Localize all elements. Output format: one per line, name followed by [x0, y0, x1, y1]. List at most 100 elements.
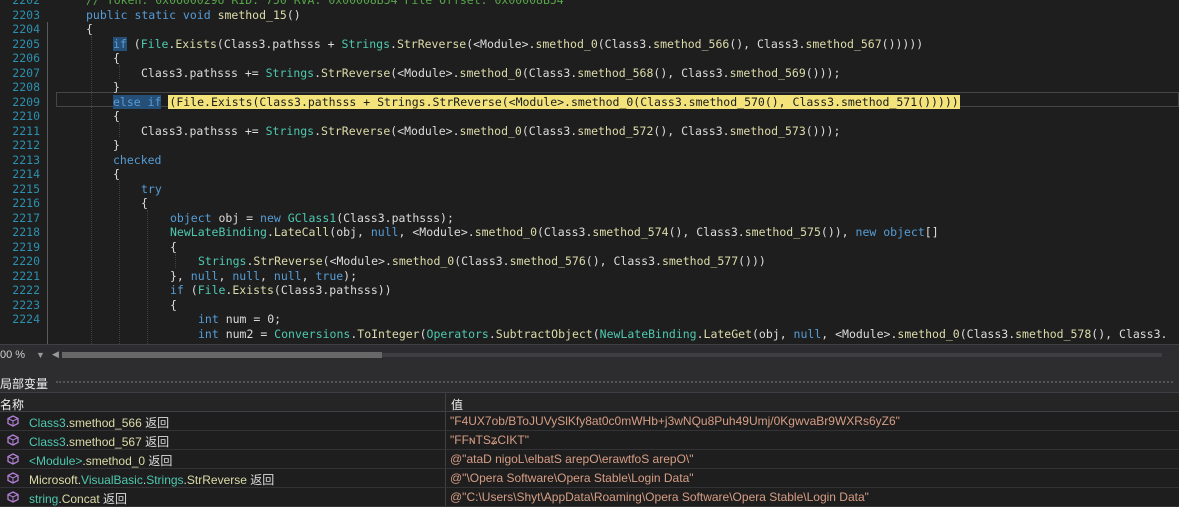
code-token: {	[170, 297, 177, 312]
variable-name: string.Concat 返回	[29, 490, 127, 507]
scrollbar-thumb[interactable]	[62, 352, 382, 358]
code-line: {	[113, 167, 120, 182]
code-token: ToInteger	[357, 326, 420, 341]
code-token: Class3.pathsss +=	[141, 123, 266, 138]
code-token: ()))))	[881, 36, 924, 51]
code-token: (), Class3.	[668, 225, 745, 239]
code-token: smethod_0	[459, 123, 522, 138]
line-number: 2209	[12, 94, 40, 109]
code-token: null	[370, 225, 399, 239]
locals-row[interactable]: Class3.smethod_566 返回 "F4UX7ob/BToJUVySlK…	[0, 412, 1179, 431]
code-token: true	[315, 268, 344, 283]
code-token: smethod_575	[744, 225, 821, 239]
code-token: (obj,	[329, 225, 371, 239]
code-editor[interactable]: 2202 2203 2204 2205 2206 2207 2208 2209 2210 2211…	[0, 0, 1179, 344]
code-line: }	[113, 80, 120, 95]
code-token: {	[113, 51, 120, 65]
code-token: smethod_15	[217, 7, 287, 22]
line-number: 2213	[12, 152, 40, 167]
code-token: Strings	[265, 123, 315, 138]
code-token: .	[314, 123, 322, 138]
code-token: .	[696, 326, 704, 341]
code-line: int num2 = Conversions.ToInteger(Operato…	[198, 327, 1167, 342]
zoom-level[interactable]: 00 %	[0, 349, 25, 361]
scroll-left-icon[interactable]: ◀	[52, 349, 59, 360]
locals-row[interactable]: Class3.smethod_567 返回 "FFɴTSʑCIKT"	[0, 431, 1179, 450]
code-token: int	[198, 312, 219, 326]
code-line: {	[113, 109, 120, 124]
column-header-name[interactable]: 名称	[0, 396, 24, 413]
column-divider	[445, 488, 446, 506]
line-number: 2216	[12, 196, 40, 210]
line-number: 2208	[12, 80, 40, 94]
horizontal-scrollbar[interactable]: ◀	[52, 349, 1172, 360]
code-token: null	[273, 268, 302, 283]
locals-row[interactable]: Microsoft.VisualBasic.Strings.StrReverse…	[0, 469, 1179, 488]
code-line: }, null, null, null, true);	[170, 269, 357, 284]
code-token: ,	[260, 268, 274, 283]
line-number: 2218	[12, 225, 40, 239]
code-token: ()))	[738, 254, 766, 268]
code-token: , <Module>.	[398, 225, 475, 239]
return-value-icon	[7, 491, 19, 503]
column-header-value[interactable]: 值	[451, 396, 463, 413]
name-token: smethod_0	[85, 454, 146, 468]
line-number: 2214	[12, 167, 40, 181]
code-token: smethod_0	[459, 65, 522, 80]
code-token: {	[141, 196, 148, 210]
code-token: },	[170, 268, 191, 283]
code-token: NewLateBinding	[599, 326, 697, 341]
locals-row[interactable]: string.Concat 返回 @"C:\Users\Shyt\AppData\…	[0, 488, 1179, 507]
variable-value[interactable]: "FFɴTSʑCIKT"	[450, 433, 529, 447]
variable-value[interactable]: "F4UX7ob/BToJUVySlKfy8at0c0mWHb+j3wNQu8P…	[450, 414, 900, 428]
name-token: smethod_567	[69, 435, 142, 449]
code-token: StrReverse	[253, 254, 323, 268]
code-token: Strings	[265, 65, 315, 80]
name-token: Strings	[146, 473, 184, 487]
outline-bar	[47, 22, 48, 344]
code-token: (<Module>.	[322, 254, 392, 268]
code-token: File	[140, 36, 169, 51]
code-token: }	[113, 80, 120, 94]
code-line: Strings.StrReverse(<Module>.smethod_0(Cl…	[198, 254, 766, 269]
code-line: Class3.pathsss += Strings.StrReverse(<Mo…	[141, 66, 840, 81]
code-token: Operators	[426, 326, 489, 341]
line-number: 2211	[12, 123, 40, 138]
indent-guide	[119, 123, 120, 137]
name-token: VisualBasic	[81, 473, 143, 487]
code-token: num2 =	[218, 326, 275, 341]
line-number: 2212	[12, 138, 40, 152]
code-token: NewLateBinding	[170, 225, 267, 239]
column-divider[interactable]	[445, 393, 446, 413]
line-number: 2202	[12, 0, 40, 7]
code-token: smethod_0	[535, 36, 598, 51]
code-token: StrReverse	[321, 123, 391, 138]
code-token: {	[86, 22, 93, 36]
indent-guide	[119, 181, 120, 344]
code-token: Exists	[175, 36, 217, 51]
locals-row[interactable]: <Module>.smethod_0 返回 @"ataD nigoL\elbatS…	[0, 450, 1179, 469]
title-grip[interactable]	[56, 381, 1173, 383]
line-number: 2207	[12, 65, 40, 80]
locals-title-text: 局部变量	[0, 377, 49, 391]
editor-status-bar: 00 % ▼ ◀	[0, 344, 1179, 366]
variable-value[interactable]: @"C:\Users\Shyt\AppData\Roaming\Opera So…	[450, 490, 869, 504]
zoom-dropdown-icon[interactable]: ▼	[36, 350, 45, 360]
code-token: smethod_567	[805, 36, 882, 51]
code-token: []	[924, 225, 939, 239]
code-token: ()));	[805, 65, 841, 80]
indent-guide	[91, 36, 92, 344]
code-token: .	[266, 225, 274, 239]
outline-gutter	[43, 0, 53, 344]
variable-value[interactable]: @"\Opera Software\Opera Stable\Login Dat…	[450, 471, 694, 485]
code-line: {	[141, 196, 148, 211]
line-number: 2217	[12, 210, 40, 225]
code-token: (<Module>.	[466, 36, 536, 51]
code-token: .	[314, 65, 322, 80]
code-token: );	[343, 268, 358, 283]
line-number: 2205	[12, 36, 40, 51]
code-token: Conversions	[274, 326, 351, 341]
variable-value[interactable]: @"ataD nigoL\elbatS arepO\erawtfoS arepO…	[450, 452, 694, 466]
variable-name: <Module>.smethod_0 返回	[29, 452, 172, 469]
code-line: NewLateBinding.LateCall(obj, null, <Modu…	[170, 225, 939, 240]
